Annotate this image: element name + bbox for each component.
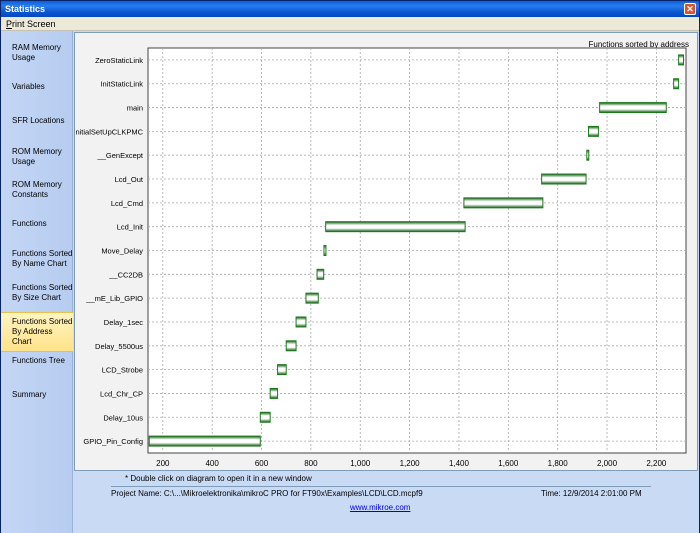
sidebar-item-summary[interactable]: Summary	[1, 390, 73, 400]
window-title: Statistics	[5, 4, 46, 14]
sidebar-item-rom-memory-usage[interactable]: ROM Memory Usage	[1, 147, 73, 167]
y-tick-label: LCD_Strobe	[102, 366, 143, 375]
function-bar[interactable]	[586, 149, 590, 161]
sidebar-item-variables[interactable]: Variables	[1, 82, 73, 92]
sidebar: RAM Memory Usage Variables SFR Locations…	[1, 31, 73, 533]
function-bar[interactable]	[678, 54, 685, 66]
x-tick-label: 1,200	[400, 459, 421, 468]
function-bar[interactable]	[285, 340, 297, 352]
function-bar[interactable]	[259, 411, 271, 423]
sidebar-item-sfr-locations[interactable]: SFR Locations	[1, 116, 73, 126]
y-tick-label: Delay_5500us	[95, 342, 143, 351]
footer-divider	[111, 486, 651, 487]
function-bar[interactable]	[673, 78, 680, 90]
print-screen-menu[interactable]: Print Screen	[6, 19, 56, 29]
y-tick-label: Move_Delay	[101, 247, 143, 256]
y-tick-label: Lcd_Chr_CP	[100, 389, 143, 398]
sidebar-item-functions-sorted-by-size-chart[interactable]: Functions Sorted By Size Chart	[1, 283, 73, 303]
close-icon[interactable]: ✕	[684, 3, 696, 15]
sidebar-item-functions-sorted-by-address-chart[interactable]: Functions Sorted By Address Chart	[1, 312, 73, 352]
functions-address-chart[interactable]: 200 400 600 800 1,000 1,200 1,400 1,600 1,800 2,0…	[75, 33, 699, 472]
x-tick-label: 600	[255, 459, 269, 468]
title-bar: Statistics ✕	[1, 1, 699, 17]
mikroe-link[interactable]: www.mikroe.com	[350, 503, 410, 512]
x-tick-label: 200	[156, 459, 170, 468]
x-tick-label: 1,600	[498, 459, 519, 468]
y-tick-label: ZeroStaticLink	[95, 56, 143, 65]
menu-bar: Print Screen	[1, 17, 699, 31]
function-bar[interactable]	[277, 364, 287, 376]
chart-panel[interactable]: Functions sorted by address 200 400 600 800…	[74, 32, 698, 471]
x-tick-label: 1,400	[449, 459, 470, 468]
x-tick-label: 1,800	[548, 459, 569, 468]
sidebar-item-functions-sorted-by-name-chart[interactable]: Functions Sorted By Name Chart	[1, 249, 73, 269]
function-bar[interactable]	[599, 102, 667, 114]
function-bar[interactable]	[316, 268, 325, 280]
y-tick-label: main	[127, 104, 143, 113]
x-tick-label: 800	[304, 459, 318, 468]
function-bar[interactable]	[323, 245, 327, 256]
x-tick-label: 2,200	[646, 459, 667, 468]
sidebar-item-ram-memory-usage[interactable]: RAM Memory Usage	[1, 43, 73, 63]
y-tick-label: Lcd_Out	[115, 175, 144, 184]
sidebar-item-rom-memory-constants[interactable]: ROM Memory Constants	[1, 180, 73, 200]
y-tick-label: __mE_Lib_GPIO	[85, 294, 143, 303]
x-tick-label: 400	[205, 459, 219, 468]
y-tick-label: Delay_1sec	[104, 318, 143, 327]
x-tick-label: 2,000	[597, 459, 618, 468]
y-tick-label: __GenExcept	[97, 151, 144, 160]
footer-note: * Double click on diagram to open it in …	[125, 474, 312, 483]
main-content: Functions sorted by address 200 400 600 800…	[73, 31, 699, 533]
function-bar[interactable]	[305, 292, 319, 304]
y-tick-label: InitStaticLink	[100, 80, 143, 89]
y-tick-label: GPIO_Pin_Config	[83, 437, 143, 446]
sidebar-item-functions-tree[interactable]: Functions Tree	[1, 356, 73, 366]
y-tick-label: Lcd_Init	[117, 223, 144, 232]
function-bar[interactable]	[463, 197, 544, 209]
sidebar-item-functions[interactable]: Functions	[1, 219, 73, 229]
project-name: Project Name: C:\...\Mikroelektronika\mi…	[111, 489, 423, 498]
y-tick-label: InitialSetUpCLKPMC	[75, 127, 144, 136]
y-tick-label: Lcd_Cmd	[111, 199, 143, 208]
y-tick-label: __CC2DB	[108, 270, 143, 279]
function-bar[interactable]	[541, 173, 587, 185]
statistics-window: Statistics ✕ Print Screen RAM Memory Usa…	[0, 0, 700, 533]
function-bar[interactable]	[588, 125, 599, 137]
project-time: Time: 12/9/2014 2:01:00 PM	[541, 489, 642, 498]
x-tick-label: 1,000	[350, 459, 371, 468]
function-bar[interactable]	[148, 435, 261, 447]
function-bar[interactable]	[295, 316, 307, 328]
function-bar[interactable]	[269, 387, 279, 399]
y-tick-label: Delay_10us	[103, 413, 143, 422]
function-bar[interactable]	[325, 221, 466, 233]
